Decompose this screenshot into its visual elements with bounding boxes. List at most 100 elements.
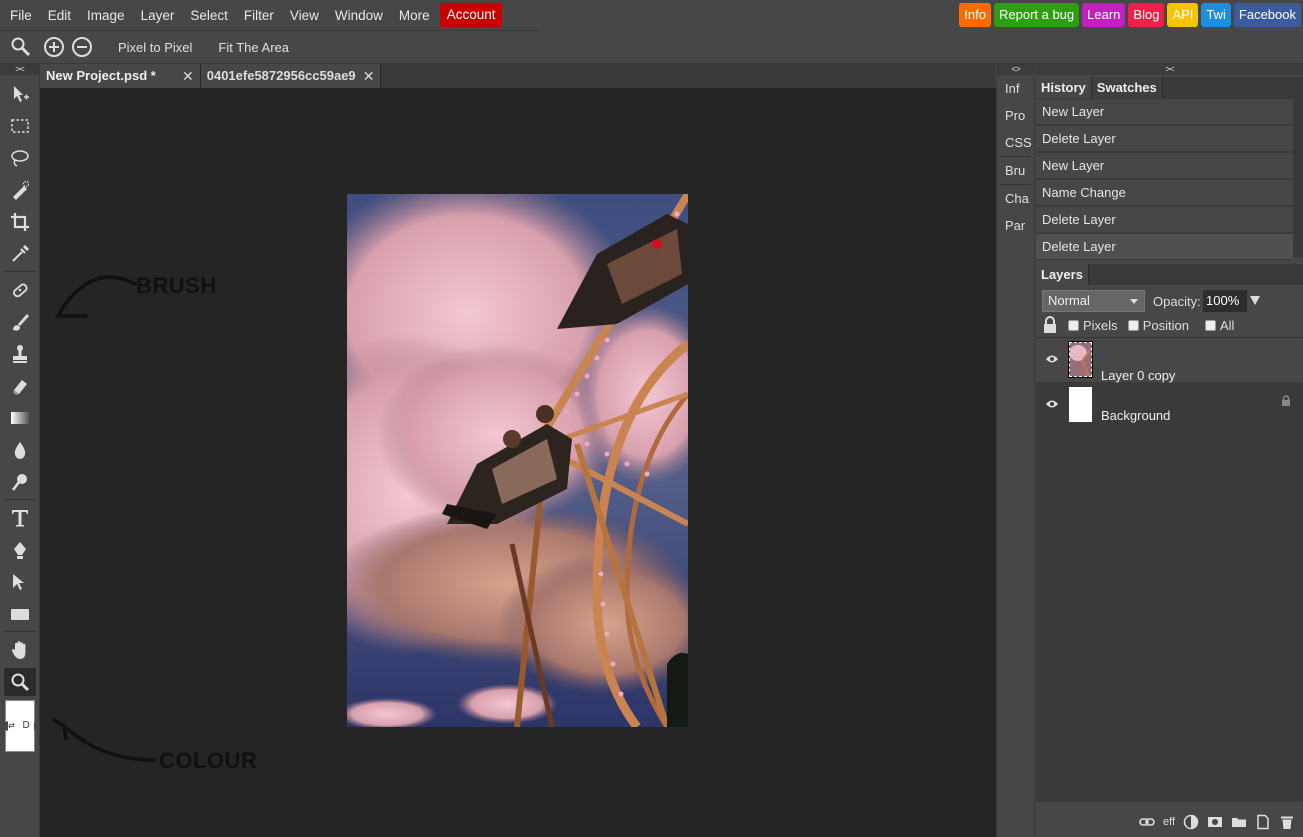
swap-colors-icon[interactable]: ⇄: [8, 721, 15, 730]
menu-file[interactable]: File: [2, 0, 40, 31]
panel-css-button[interactable]: CSS: [997, 129, 1034, 156]
visibility-eye-icon[interactable]: [1045, 399, 1059, 409]
default-colors-button[interactable]: ⇄ D: [8, 720, 34, 732]
hand-tool[interactable]: [4, 636, 36, 664]
eraser-tool[interactable]: [4, 372, 36, 400]
zoom-tool[interactable]: [4, 668, 36, 696]
tab-new-project[interactable]: New Project.psd * ✕: [40, 64, 201, 88]
crop-tool[interactable]: [4, 208, 36, 236]
adjustment-layer-icon[interactable]: [1183, 814, 1199, 830]
menu-layer[interactable]: Layer: [133, 0, 183, 31]
toolbar-collapse-toggle[interactable]: ><: [0, 64, 39, 75]
panel-info-button[interactable]: Inf: [997, 75, 1034, 102]
stamp-tool[interactable]: [4, 340, 36, 368]
marquee-tool[interactable]: [4, 112, 36, 140]
blur-tool[interactable]: [4, 436, 36, 464]
history-item[interactable]: New Layer: [1036, 153, 1293, 179]
fit-area-button[interactable]: Fit The Area: [218, 40, 289, 55]
link-twitter[interactable]: Twi: [1201, 3, 1231, 27]
link-facebook[interactable]: Facebook: [1233, 3, 1301, 27]
lock-all-checkbox[interactable]: [1204, 319, 1216, 331]
history-item-current[interactable]: Delete Layer: [1036, 234, 1293, 260]
pen-tool[interactable]: [4, 536, 36, 564]
link-api[interactable]: API: [1167, 3, 1199, 27]
menu-more[interactable]: More: [391, 0, 438, 31]
opacity-input[interactable]: 100%: [1203, 290, 1247, 312]
quick-select-tool[interactable]: [4, 176, 36, 204]
toolbar-divider: [4, 499, 36, 500]
link-report-bug[interactable]: Report a bug: [993, 3, 1080, 27]
lock-icon: [1044, 316, 1056, 333]
blend-mode-select[interactable]: Normal: [1042, 290, 1145, 312]
lock-position-checkbox[interactable]: [1127, 319, 1139, 331]
opacity-dropdown-icon[interactable]: [1250, 296, 1260, 305]
canvas-workspace[interactable]: BRUSH COLOUR: [40, 88, 996, 837]
background-color[interactable]: [5, 730, 35, 752]
history-item[interactable]: Delete Layer: [1036, 126, 1293, 152]
menu-select[interactable]: Select: [182, 0, 236, 31]
right-panel-toggle[interactable]: ><: [1036, 64, 1303, 75]
link-info[interactable]: Info: [959, 3, 991, 27]
history-item[interactable]: Name Change: [1036, 180, 1293, 206]
menu-view[interactable]: View: [282, 0, 327, 31]
eyedropper-tool[interactable]: [4, 240, 36, 268]
layer-mask-icon[interactable]: [1207, 814, 1223, 830]
link-blog[interactable]: Blog: [1128, 3, 1165, 27]
history-panel-tabs: History Swatches: [1036, 77, 1303, 98]
pixel-to-pixel-button[interactable]: Pixel to Pixel: [118, 40, 192, 55]
menu-bar: File Edit Image Layer Select Filter View…: [0, 0, 1303, 31]
canvas-image[interactable]: [347, 194, 688, 727]
mini-panel-toggle[interactable]: <>: [997, 64, 1034, 75]
menu-edit[interactable]: Edit: [40, 0, 79, 31]
marquee-icon: [11, 119, 29, 133]
history-item[interactable]: Delete Layer: [1036, 207, 1293, 233]
rectangle-icon: [11, 609, 29, 620]
layer-row[interactable]: Background: [1036, 383, 1303, 428]
lock-pixels-checkbox[interactable]: [1068, 319, 1079, 331]
dodge-tool[interactable]: [4, 468, 36, 496]
crop-icon: [11, 213, 29, 231]
layer-thumbnail: [1069, 387, 1092, 422]
toolbar-divider: [4, 631, 36, 632]
healing-tool[interactable]: [4, 276, 36, 304]
brush-tool[interactable]: [4, 308, 36, 336]
lasso-tool[interactable]: [4, 144, 36, 172]
tab-image-file[interactable]: 0401efe5872956cc59ae9 ✕: [200, 64, 382, 88]
zoom-out-icon[interactable]: [72, 37, 92, 57]
photopea-app: File Edit Image Layer Select Filter View…: [0, 0, 1303, 837]
shape-tool[interactable]: [4, 600, 36, 628]
document-tabs: New Project.psd * ✕ 0401efe5872956cc59ae…: [40, 64, 995, 88]
panel-properties-button[interactable]: Pro: [997, 102, 1034, 129]
bandage-icon: [13, 283, 28, 298]
panel-brush-button[interactable]: Bru: [997, 157, 1034, 184]
menu-filter[interactable]: Filter: [236, 0, 282, 31]
type-tool[interactable]: [4, 504, 36, 532]
close-tab-icon[interactable]: ✕: [182, 64, 194, 88]
close-tab-icon[interactable]: ✕: [363, 64, 375, 88]
link-learn[interactable]: Learn: [1082, 3, 1126, 27]
panel-paragraph-button[interactable]: Par: [997, 212, 1034, 239]
layer-row[interactable]: Layer 0 copy: [1036, 338, 1303, 383]
path-select-icon: [13, 574, 24, 590]
new-group-folder-icon[interactable]: [1231, 814, 1247, 830]
tab-swatches[interactable]: Swatches: [1091, 77, 1163, 98]
panel-character-button[interactable]: Cha: [997, 185, 1034, 212]
link-layers-icon[interactable]: [1139, 814, 1155, 830]
menu-image[interactable]: Image: [79, 0, 133, 31]
tab-history[interactable]: History: [1036, 77, 1092, 98]
right-panels: >< History Swatches New Layer Delete Lay…: [1036, 64, 1303, 837]
tab-layers[interactable]: Layers: [1036, 264, 1089, 285]
menu-window[interactable]: Window: [327, 0, 391, 31]
account-button[interactable]: Account: [439, 3, 503, 27]
path-select-tool[interactable]: [4, 568, 36, 596]
gradient-tool[interactable]: [4, 404, 36, 432]
zoom-in-icon[interactable]: [44, 37, 64, 57]
move-tool[interactable]: [4, 80, 36, 108]
history-item[interactable]: New Layer: [1036, 99, 1293, 125]
layer-options: Normal Opacity: 100% Pixels Position All: [1036, 285, 1303, 337]
visibility-eye-icon[interactable]: [1045, 354, 1059, 364]
layer-effects-button[interactable]: eff: [1163, 816, 1175, 828]
delete-layer-trash-icon[interactable]: [1279, 814, 1295, 830]
new-layer-icon[interactable]: [1255, 814, 1271, 830]
foreground-color[interactable]: [5, 700, 35, 722]
